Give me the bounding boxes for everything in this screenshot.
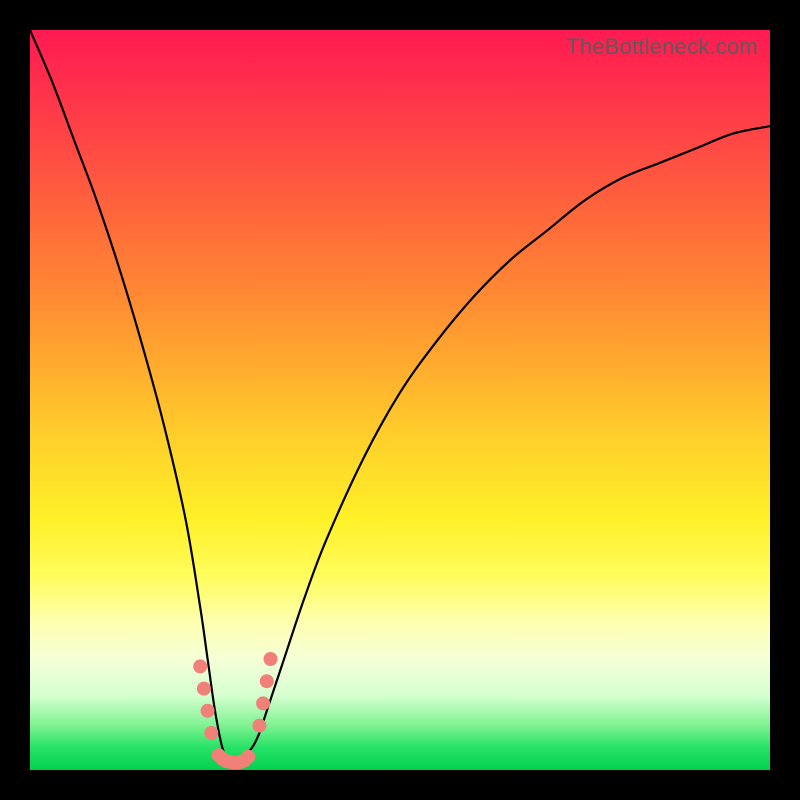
data-marker [204, 726, 218, 740]
curve-line [30, 30, 770, 764]
plot-area: TheBottleneck.com [30, 30, 770, 770]
data-marker [264, 652, 278, 666]
data-marker [201, 704, 215, 718]
data-marker [197, 682, 211, 696]
data-marker [241, 750, 255, 764]
bottleneck-curve [30, 30, 770, 770]
data-marker [256, 696, 270, 710]
data-marker [260, 674, 274, 688]
chart-frame: TheBottleneck.com [0, 0, 800, 800]
data-marker [193, 659, 207, 673]
data-marker [252, 719, 266, 733]
marker-group [193, 652, 277, 770]
